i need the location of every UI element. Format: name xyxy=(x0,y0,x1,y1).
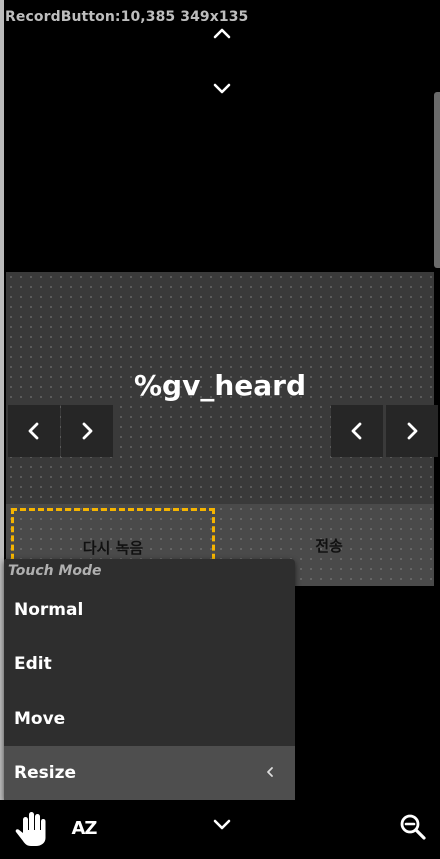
bottom-toolbar: AZ xyxy=(0,800,440,859)
sort-az-icon[interactable]: AZ xyxy=(66,810,102,846)
menu-item-resize[interactable]: Resize xyxy=(4,746,295,800)
menu-item-move[interactable]: Move xyxy=(4,692,295,746)
scroll-handle[interactable] xyxy=(434,92,440,268)
touch-mode-menu: Touch Mode Normal Edit Move Resize xyxy=(4,559,295,800)
hand-icon[interactable] xyxy=(14,808,50,848)
prev-button-left[interactable] xyxy=(8,405,60,457)
chevron-left-icon xyxy=(28,422,39,440)
heard-variable-text: %gv_heard xyxy=(133,369,307,402)
menu-item-label: Edit xyxy=(14,654,52,674)
menu-item-normal[interactable]: Normal xyxy=(4,583,295,637)
menu-item-label: Resize xyxy=(14,763,76,783)
chevron-up-icon[interactable] xyxy=(210,22,234,46)
scene-panel: %gv_heard xyxy=(6,272,438,504)
prev-button-right[interactable] xyxy=(331,405,383,457)
chevron-left-icon xyxy=(267,767,273,777)
menu-item-edit[interactable]: Edit xyxy=(4,637,295,691)
chevron-left-icon xyxy=(351,422,362,440)
zoom-out-icon[interactable] xyxy=(398,812,428,842)
next-button-left[interactable] xyxy=(61,405,113,457)
sort-label: AZ xyxy=(71,817,98,839)
chevron-right-icon xyxy=(82,422,93,440)
chevron-down-icon[interactable] xyxy=(210,76,234,100)
chevron-down-icon[interactable] xyxy=(210,812,234,836)
menu-item-label: Normal xyxy=(14,600,84,620)
chevron-right-icon xyxy=(407,422,418,440)
touch-mode-title: Touch Mode xyxy=(8,563,102,579)
menu-item-label: Move xyxy=(14,709,66,729)
next-button-right[interactable] xyxy=(386,405,438,457)
